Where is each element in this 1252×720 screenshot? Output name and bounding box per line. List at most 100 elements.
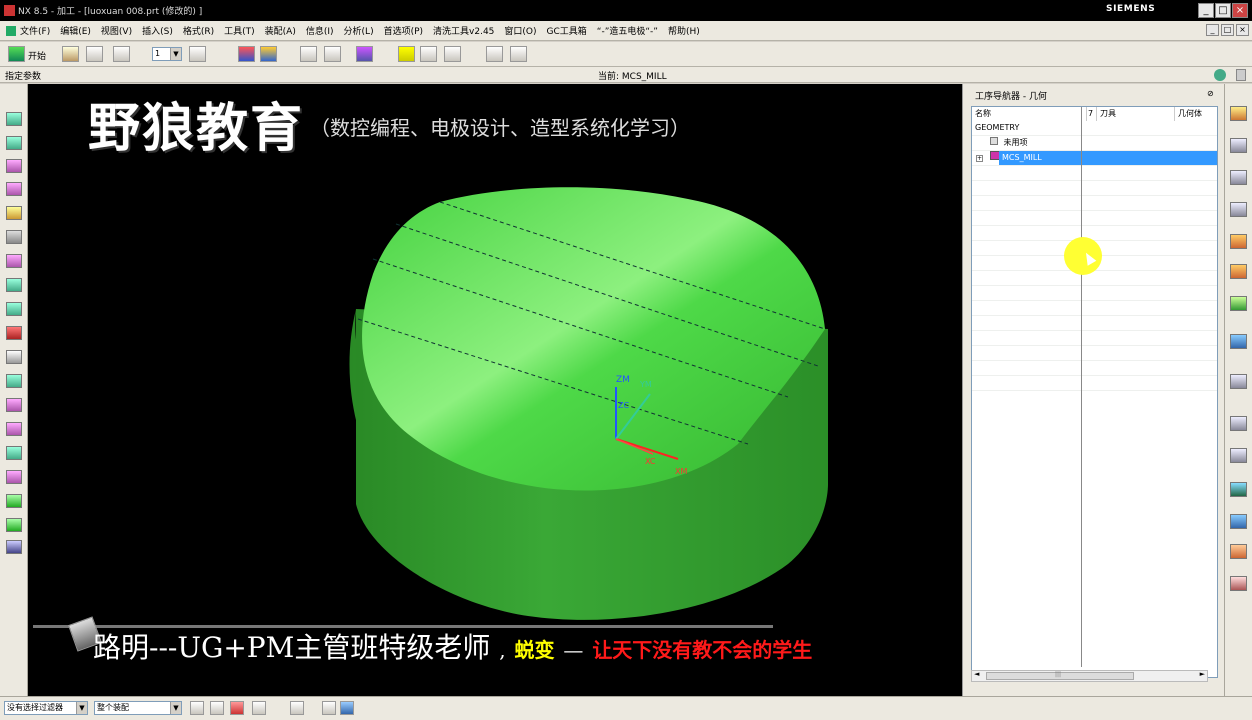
snap-point-icon[interactable] bbox=[230, 701, 244, 715]
left-tool-3-icon[interactable] bbox=[6, 159, 22, 173]
menu-analysis[interactable]: 分析(L) bbox=[344, 24, 374, 37]
undo-icon[interactable] bbox=[113, 46, 130, 62]
right-tool-14-icon[interactable] bbox=[1230, 544, 1247, 559]
left-tool-12-icon[interactable] bbox=[6, 374, 22, 388]
select-rect-icon[interactable] bbox=[290, 701, 304, 715]
save-icon[interactable] bbox=[86, 46, 103, 62]
tree-row-unused[interactable]: 未用项 bbox=[972, 136, 1217, 151]
left-tool-7-icon[interactable] bbox=[6, 254, 22, 268]
maximize-button[interactable]: □ bbox=[1215, 3, 1231, 18]
scroll-thumb[interactable]: ||| bbox=[986, 671, 1134, 680]
col-geometry[interactable]: 几何体 bbox=[1175, 107, 1217, 121]
minimize-button[interactable]: _ bbox=[1198, 3, 1214, 18]
menu-preferences[interactable]: 首选项(P) bbox=[384, 24, 423, 37]
start-icon[interactable] bbox=[8, 46, 25, 62]
lower-caption: 路明---UG+PM主管班特级老师 , 蜕变 — 让天下没有教不会的学生 bbox=[93, 631, 813, 664]
left-tool-15-icon[interactable] bbox=[6, 446, 22, 460]
menu-help[interactable]: 帮助(H) bbox=[668, 24, 700, 37]
menu-gc-toolbox[interactable]: GC工具箱 bbox=[547, 24, 587, 37]
right-tool-15-icon[interactable] bbox=[1230, 576, 1247, 591]
right-tool-3-icon[interactable] bbox=[1230, 170, 1247, 185]
close-button[interactable]: × bbox=[1232, 3, 1248, 18]
operation-nav-icon[interactable] bbox=[300, 46, 317, 62]
scroll-left-icon[interactable]: ◄ bbox=[974, 670, 979, 678]
left-tool-1-icon[interactable] bbox=[6, 112, 22, 126]
view-cube-icon[interactable] bbox=[189, 46, 206, 62]
left-tool-16-icon[interactable] bbox=[6, 470, 22, 484]
generate-path-icon[interactable] bbox=[398, 46, 415, 62]
menu-format[interactable]: 格式(R) bbox=[183, 24, 214, 37]
selection-scope-select[interactable]: 整个装配 ▼ bbox=[94, 701, 182, 715]
col-name[interactable]: 名称 bbox=[972, 107, 1087, 121]
app-icon bbox=[6, 25, 16, 36]
menu-tools[interactable]: 工具(T) bbox=[224, 24, 255, 37]
menu-insert[interactable]: 插入(S) bbox=[142, 24, 173, 37]
type-filter-select[interactable]: 没有选择过滤器 ▼ bbox=[4, 701, 88, 715]
pin-icon[interactable]: ⊘ bbox=[1207, 89, 1214, 98]
menu-window[interactable]: 窗口(O) bbox=[504, 24, 536, 37]
menu-electrode[interactable]: “-”造五电极“-” bbox=[597, 24, 658, 37]
left-tool-6-icon[interactable] bbox=[6, 230, 22, 244]
horizontal-scrollbar[interactable]: ◄ ||| ► bbox=[971, 670, 1208, 682]
fit-view-icon[interactable] bbox=[510, 46, 527, 62]
create-program-icon[interactable] bbox=[238, 46, 255, 62]
col-tool[interactable]: 刀具 bbox=[1097, 107, 1175, 121]
clock-icon[interactable] bbox=[1230, 416, 1247, 431]
right-tool-6-icon[interactable] bbox=[1230, 264, 1247, 279]
graphics-viewport[interactable]: ZM ZC YM XC XM 野狼教育 （数控编程、电极设计、造型系统化学习） … bbox=[28, 84, 962, 696]
right-tool-8-icon[interactable] bbox=[1230, 334, 1247, 349]
right-tool-13-icon[interactable] bbox=[1230, 514, 1247, 529]
left-tool-14-icon[interactable] bbox=[6, 422, 22, 436]
right-tool-5-icon[interactable] bbox=[1230, 234, 1247, 249]
menu-file[interactable]: 文件(F) bbox=[20, 24, 50, 37]
filter-tool-2-icon[interactable] bbox=[210, 701, 224, 715]
menu-info[interactable]: 信息(I) bbox=[306, 24, 334, 37]
left-tool-5-icon[interactable] bbox=[6, 206, 22, 220]
right-tool-2-icon[interactable] bbox=[1230, 138, 1247, 153]
create-tool-icon[interactable] bbox=[260, 46, 277, 62]
left-tool-13-icon[interactable] bbox=[6, 398, 22, 412]
left-tool-11-icon[interactable] bbox=[6, 350, 22, 364]
left-tool-19-icon[interactable] bbox=[6, 540, 22, 554]
filter-tool-1-icon[interactable] bbox=[190, 701, 204, 715]
right-tool-9-icon[interactable] bbox=[1230, 374, 1247, 389]
doc-close-button[interactable]: × bbox=[1236, 24, 1249, 36]
menu-edit[interactable]: 编辑(E) bbox=[60, 24, 91, 37]
right-tool-1-icon[interactable] bbox=[1230, 106, 1247, 121]
right-tool-4-icon[interactable] bbox=[1230, 202, 1247, 217]
status-row: 指定参数 当前: MCS_MILL bbox=[0, 67, 1252, 83]
col-flag[interactable]: 7 bbox=[1087, 107, 1097, 121]
navigator-tree[interactable]: 名称 7 刀具 几何体 GEOMETRY 未用项 + MCS_MILL bbox=[971, 106, 1218, 678]
menu-cleanup-tool[interactable]: 清洗工具v2.45 bbox=[433, 24, 494, 37]
snap-tool-icon[interactable] bbox=[252, 701, 266, 715]
postprocess-icon[interactable] bbox=[486, 46, 503, 62]
left-tool-10-icon[interactable] bbox=[6, 326, 22, 340]
tree-row-geometry[interactable]: GEOMETRY bbox=[972, 121, 1217, 136]
left-tool-4-icon[interactable] bbox=[6, 182, 22, 196]
doc-restore-button[interactable]: □ bbox=[1221, 24, 1234, 36]
expand-icon[interactable]: + bbox=[976, 155, 983, 162]
right-tool-7-icon[interactable] bbox=[1230, 296, 1247, 311]
left-tool-9-icon[interactable] bbox=[6, 302, 22, 316]
left-tool-2-icon[interactable] bbox=[6, 136, 22, 150]
scroll-right-icon[interactable]: ► bbox=[1200, 670, 1205, 678]
zc-axis-label: ZC bbox=[618, 401, 629, 410]
open-icon[interactable] bbox=[62, 46, 79, 62]
select-link-icon[interactable] bbox=[322, 701, 336, 715]
replay-icon[interactable] bbox=[420, 46, 437, 62]
right-tool-12-icon[interactable] bbox=[1230, 482, 1247, 497]
menu-assembly[interactable]: 装配(A) bbox=[265, 24, 296, 37]
menu-view[interactable]: 视图(V) bbox=[101, 24, 132, 37]
select-body-icon[interactable] bbox=[340, 701, 354, 715]
left-tool-8-icon[interactable] bbox=[6, 278, 22, 292]
left-tool-18-icon[interactable] bbox=[6, 518, 22, 532]
right-tool-11-icon[interactable] bbox=[1230, 448, 1247, 463]
doc-minimize-button[interactable]: _ bbox=[1206, 24, 1219, 36]
verify-icon[interactable] bbox=[444, 46, 461, 62]
text-icon[interactable] bbox=[324, 46, 341, 62]
left-tool-17-icon[interactable] bbox=[6, 494, 22, 508]
tree-row-mcs-mill[interactable]: + MCS_MILL bbox=[972, 151, 1217, 166]
start-menu-label[interactable]: 开始 bbox=[28, 49, 46, 62]
count-select[interactable]: 1 ▼ bbox=[152, 47, 182, 61]
display-icon[interactable] bbox=[356, 46, 373, 62]
